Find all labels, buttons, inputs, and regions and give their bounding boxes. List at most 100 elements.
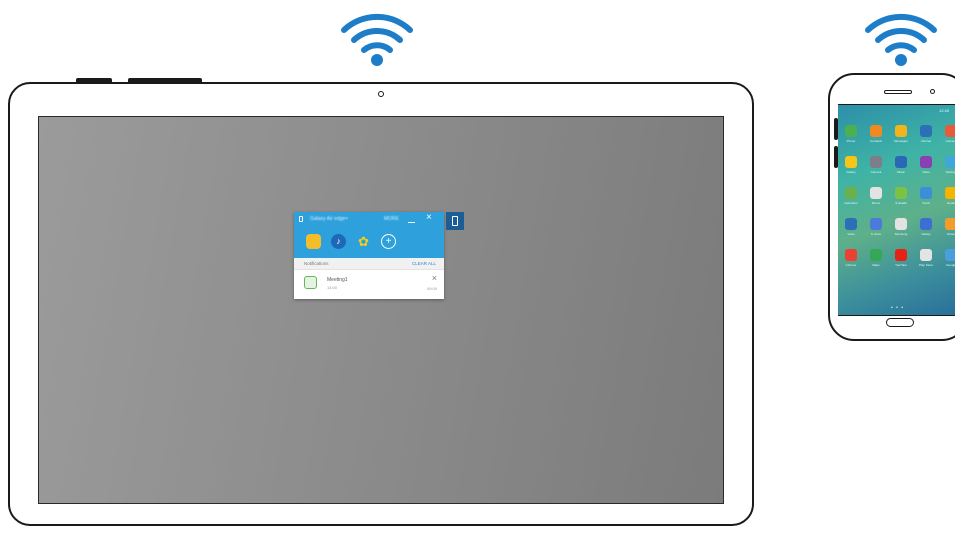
app-label: Camera [870,170,882,174]
notification-time: 09:00 [426,286,437,291]
app-label: Maps [872,263,880,267]
close-icon[interactable]: × [426,213,432,223]
app-icon[interactable]: Voice [844,218,858,236]
app-icon[interactable]: Play Store [919,249,933,267]
app-icon[interactable]: Calculator [844,187,858,205]
phone-icon [452,216,458,226]
app-label: Messages [894,139,908,143]
app-label: Contacts [870,139,882,143]
notification-title: Meeting1 [327,277,348,283]
tablet-camera [378,91,384,97]
memo-icon[interactable] [306,234,321,249]
app-icon-tile [845,249,857,261]
app-label: Notes [947,232,955,236]
app-icon[interactable]: Phone [844,125,858,143]
app-icon-tile [895,156,907,168]
app-icon-tile [945,156,955,168]
widget-title: Galaxy Air edge+ [310,216,349,222]
app-label: Music [897,170,905,174]
app-icon-tile [945,125,955,137]
app-label: Memo [871,201,881,205]
phone-camera [930,89,935,94]
app-icon[interactable]: Internet [919,125,933,143]
phone-screen: 12:45 Phone Contacts Messages Internet Camer… [838,104,955,316]
app-icon-tile [920,125,932,137]
app-label: Camera [945,139,955,143]
app-icon[interactable]: Galaxy [919,218,933,236]
app-icon[interactable]: Clock [919,187,933,205]
air-widget-panel: Galaxy Air edge+ MORE × ♪ ✿ + Notificati… [294,212,444,299]
app-label: Video [922,170,930,174]
more-button[interactable]: MORE [384,216,399,222]
notification-item[interactable]: Meeting1 14:00 × 09:00 [294,270,444,298]
app-icon[interactable]: Settings [944,156,955,174]
app-icon[interactable]: Samsung [894,218,908,236]
app-icon-tile [870,218,882,230]
app-icon-tile [895,187,907,199]
app-label: Clock [922,201,930,205]
app-label: Internet [920,139,932,143]
app-label: Samsung [894,232,908,236]
app-label: S Voice [870,232,882,236]
app-icon-tile [870,249,882,261]
music-note-icon[interactable]: ♪ [331,234,346,249]
add-icon[interactable]: + [381,234,396,249]
side-tab-button[interactable] [446,212,464,230]
app-icon-tile [870,187,882,199]
status-bar: 12:45 [938,108,949,113]
notifications-header: Notifications [304,261,329,266]
gallery-icon[interactable]: ✿ [356,234,371,249]
app-icon-tile [920,218,932,230]
phone-icon [299,216,303,222]
notification-subtitle: 14:00 [327,285,338,290]
app-label: Galaxy [921,232,931,236]
app-icon[interactable]: Messages [894,125,908,143]
app-icon-tile [945,249,955,261]
app-icon[interactable]: Chrome [844,249,858,267]
phone-home-button [886,318,914,327]
minimize-icon[interactable] [408,222,415,223]
widget-header: Galaxy Air edge+ MORE × ♪ ✿ + [294,212,444,258]
app-label: Calculator [844,201,858,205]
app-grid: Phone Contacts Messages Internet Camera Galle… [844,125,955,267]
app-icon[interactable]: Camera [944,125,955,143]
app-icon[interactable]: Google [944,249,955,267]
app-icon-tile [895,218,907,230]
wifi-icon [864,10,938,68]
app-icon[interactable]: Maps [869,249,883,267]
calendar-icon [304,276,317,289]
app-icon-tile [870,156,882,168]
app-icon-tile [945,218,955,230]
app-icon-tile [895,249,907,261]
wifi-icon [340,10,414,68]
app-icon[interactable]: Contacts [869,125,883,143]
app-icon-tile [845,156,857,168]
app-icon-tile [845,125,857,137]
app-icon[interactable]: Notes [944,218,955,236]
app-icon-tile [895,125,907,137]
app-icon[interactable]: Memo [869,187,883,205]
app-icon-tile [870,125,882,137]
app-icon[interactable]: Video [919,156,933,174]
app-icon-tile [920,187,932,199]
app-label: Play Store [919,263,933,267]
clear-all-button[interactable]: CLEAR ALL [412,261,436,266]
app-icon[interactable]: Camera [869,156,883,174]
app-label: YouTube [895,263,907,267]
app-icon[interactable]: Gallery [844,156,858,174]
app-icon[interactable]: YouTube [894,249,908,267]
page-indicator: • • • [891,305,905,311]
app-icon[interactable]: S Health [894,187,908,205]
app-label: Chrome [845,263,857,267]
app-icon[interactable]: Music [894,156,908,174]
app-icon[interactable]: S Voice [869,218,883,236]
app-label: Gallery [846,170,856,174]
app-icon-tile [920,249,932,261]
app-icon[interactable]: Email [944,187,955,205]
app-label: S Health [895,201,907,205]
app-icon-tile [920,156,932,168]
app-label: Google [946,263,955,267]
dismiss-icon[interactable]: × [432,273,437,283]
app-icon-tile [945,187,955,199]
app-label: Email [947,201,955,205]
